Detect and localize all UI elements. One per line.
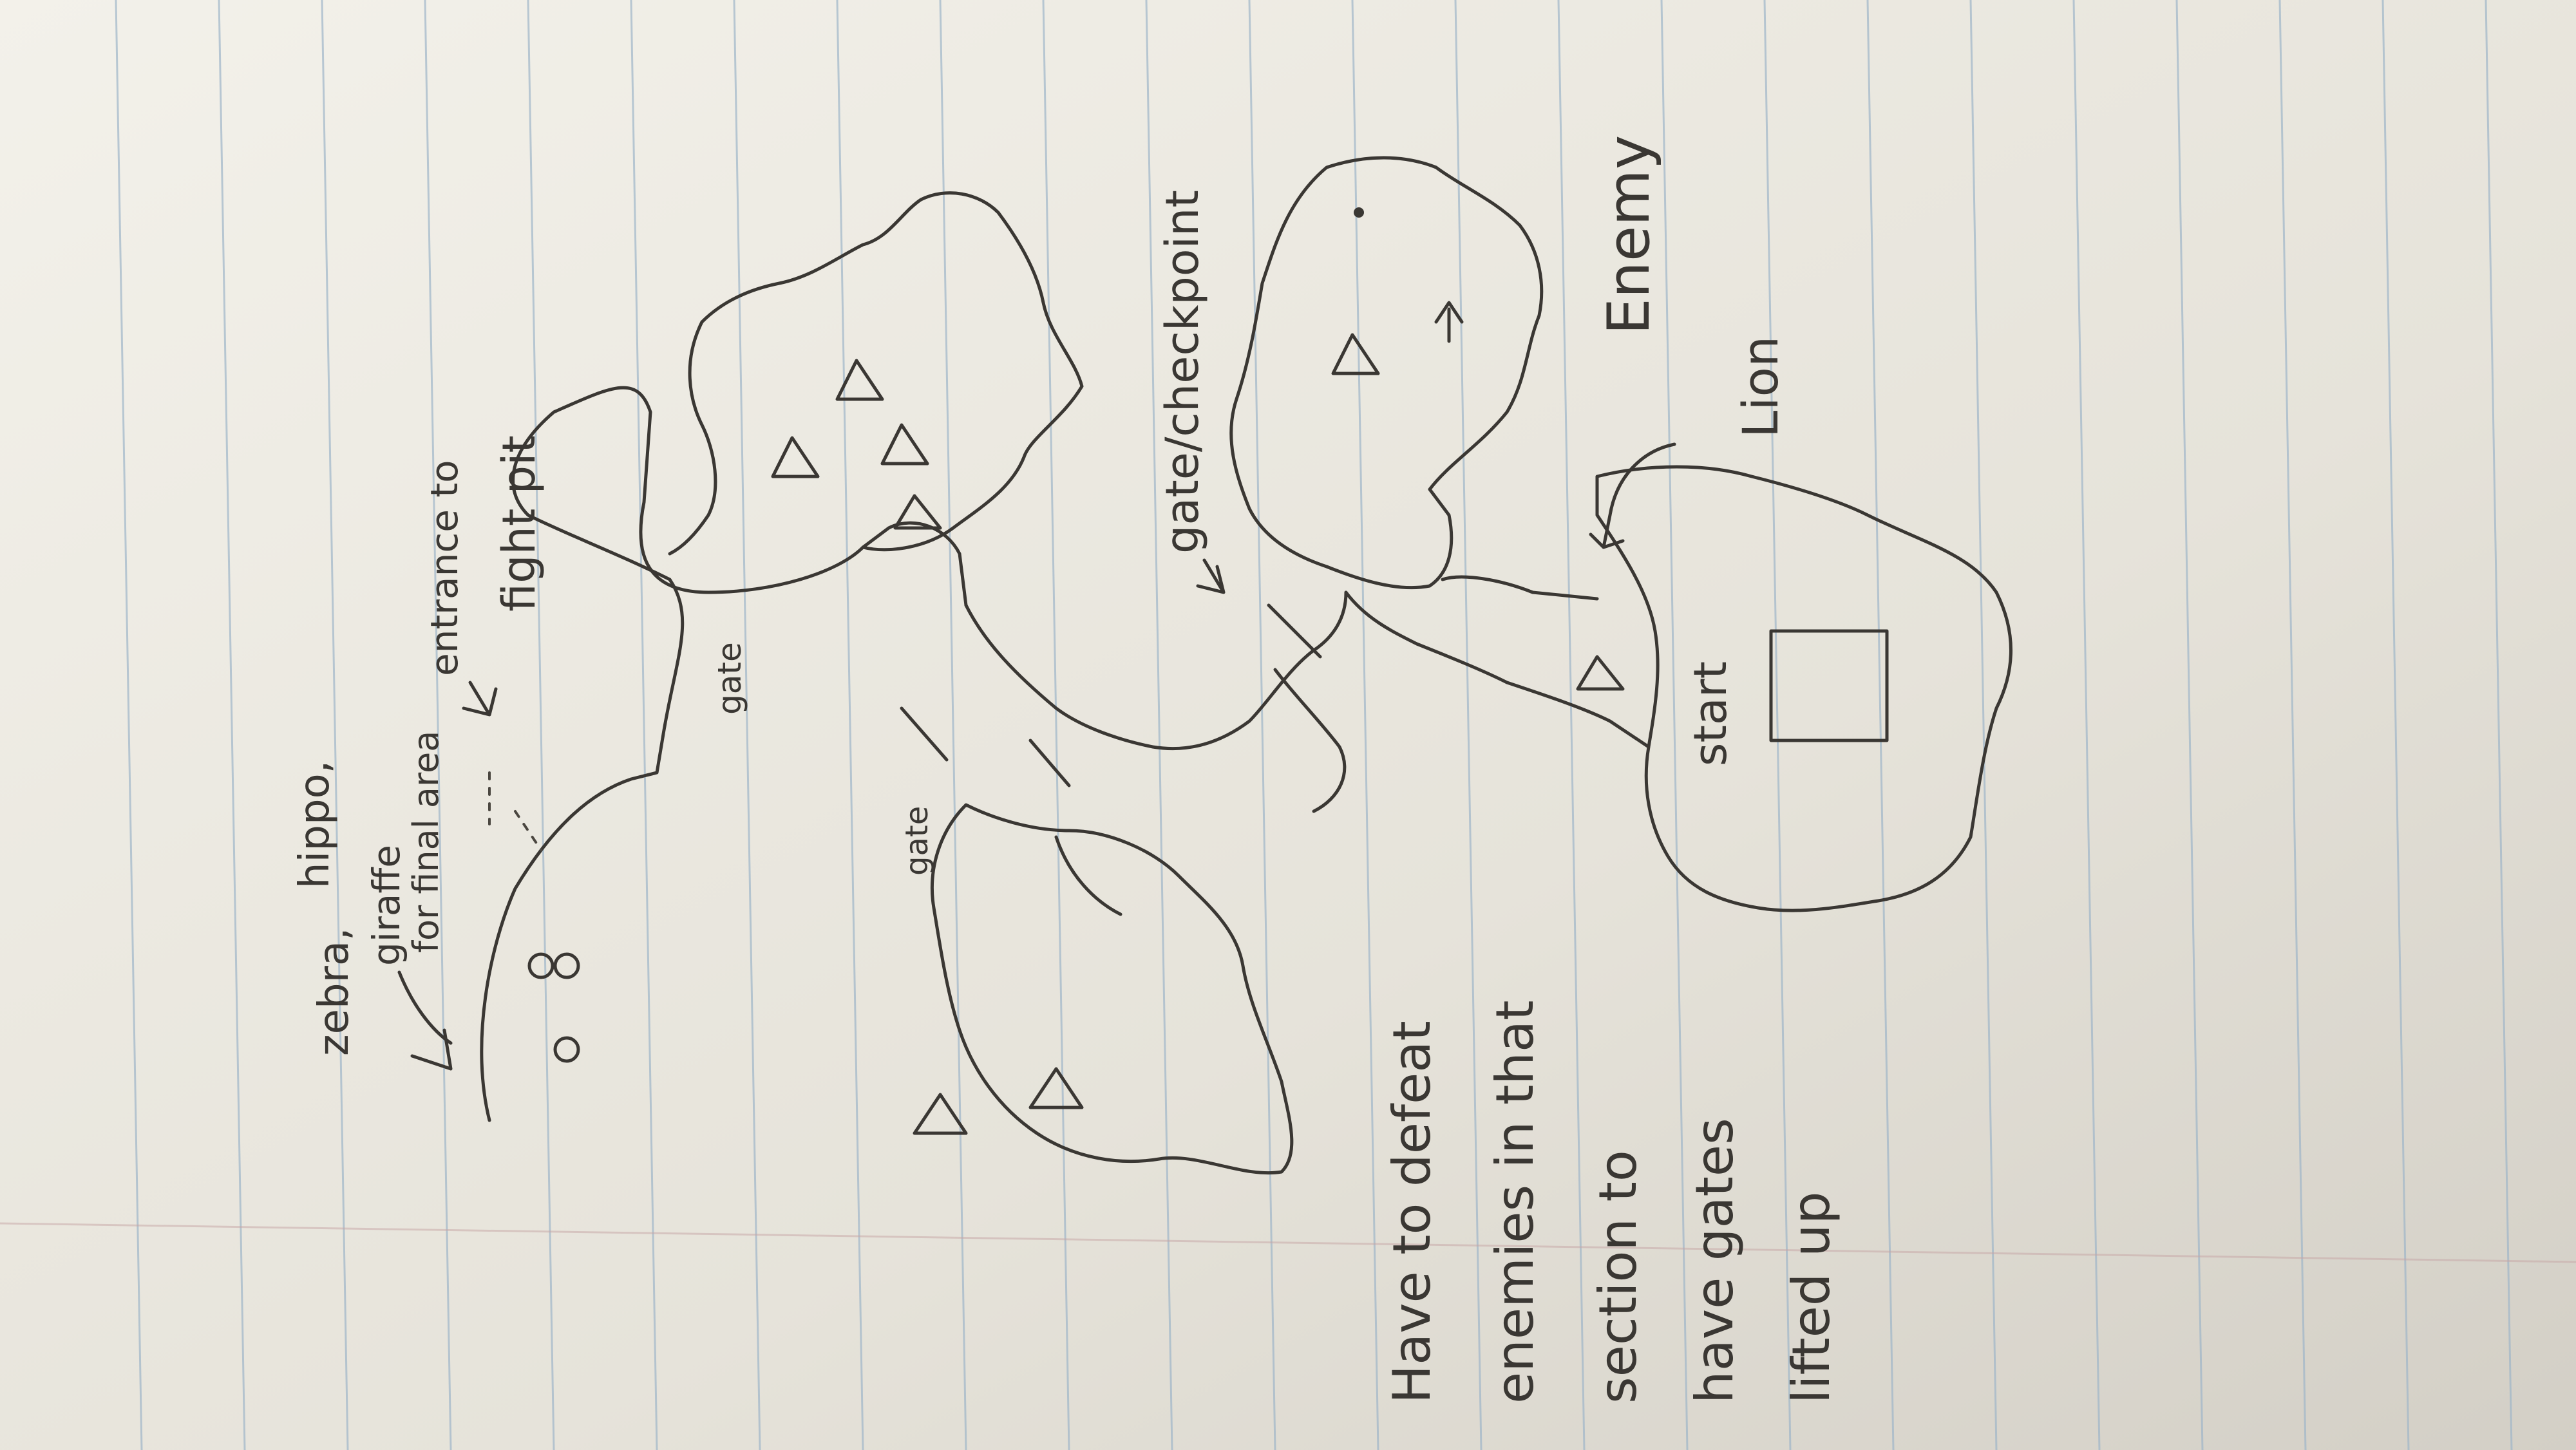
objective-line-5: lifted up xyxy=(1781,1192,1841,1404)
sketch-canvas: zebra, hippo, giraffe for final area ent… xyxy=(0,0,2576,1450)
entrance-label-2: fight pit xyxy=(493,435,545,612)
enemy-dot xyxy=(1354,207,1364,218)
gate-checkpoint-label: gate/checkpoint xyxy=(1156,190,1209,554)
objective-line-2: enemies in that xyxy=(1485,1001,1545,1404)
animals-label-4: for final area xyxy=(406,731,446,953)
lion-label: Lion xyxy=(1732,336,1789,438)
animals-label-3: giraffe xyxy=(365,845,408,966)
gate-left-label: gate xyxy=(899,806,935,876)
entrance-label-1: entrance to xyxy=(422,460,466,676)
objective-line-1: Have to defeat xyxy=(1382,1021,1442,1404)
objective-line-4: have gates xyxy=(1685,1118,1745,1404)
start-label: start xyxy=(1684,661,1737,766)
objective-line-3: section to xyxy=(1588,1150,1648,1404)
notebook-photo: zebra, hippo, giraffe for final area ent… xyxy=(0,0,2576,1450)
animals-label-1: zebra, xyxy=(310,928,358,1056)
animals-label-2: hippo, xyxy=(291,760,339,889)
gate-top-label: gate xyxy=(711,642,748,715)
enemy-label: Enemy xyxy=(1595,135,1663,335)
